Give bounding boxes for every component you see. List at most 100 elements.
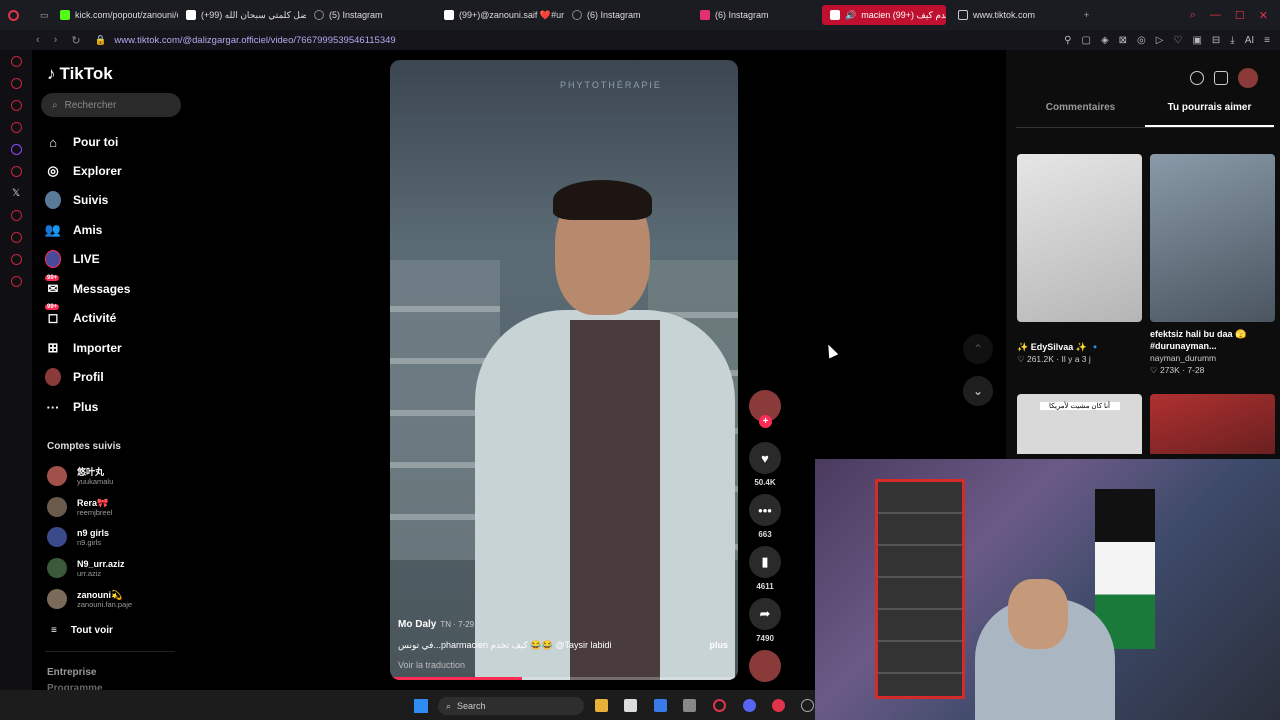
nav-live[interactable]: LIVE <box>45 250 100 268</box>
nav-plus[interactable]: ··· Plus <box>45 399 99 415</box>
minimize-icon[interactable]: — <box>1210 9 1221 21</box>
tab-1[interactable]: kick.com/popout/zanouni/c <box>52 0 178 30</box>
tab-2[interactable]: (+99) فضل كلمتي سبحان الله <box>178 0 306 30</box>
tab-6[interactable]: (6) Instagram <box>692 0 818 30</box>
app-icon[interactable] <box>772 699 785 712</box>
nav-activite[interactable]: ◻ 99+ Activité <box>45 304 116 326</box>
twitch-icon[interactable] <box>10 144 22 155</box>
youtube-icon[interactable] <box>10 122 22 133</box>
more-button[interactable]: plus <box>709 640 728 651</box>
music-disc-button[interactable] <box>748 650 782 682</box>
aria-ai-icon[interactable]: AI <box>1245 35 1254 46</box>
snapshot-icon[interactable]: ▢ <box>1081 35 1090 46</box>
shield-icon[interactable]: ◈ <box>1101 35 1109 46</box>
x-twitter-icon[interactable]: 𝕏 <box>12 188 20 199</box>
phone-icon[interactable] <box>1214 71 1228 85</box>
maximize-icon[interactable]: ☐ <box>1235 9 1245 22</box>
save-button[interactable]: ▮ 4611 <box>748 546 782 591</box>
avatar[interactable] <box>1238 68 1258 88</box>
forward-icon[interactable]: › <box>54 34 58 47</box>
recommended-thumbnail[interactable]: أنا كان مشيت لأمريكا <box>1017 394 1142 454</box>
tab-7-active[interactable]: 🔊macien تخدم كيف (+99) <box>822 5 946 25</box>
see-all-button[interactable]: ≡ Tout voir <box>51 625 113 636</box>
loading-icon <box>572 10 582 20</box>
nav-explorer[interactable]: ◎ Explorer <box>45 163 121 179</box>
copilot-icon[interactable] <box>654 699 667 712</box>
play-icon[interactable]: ▷ <box>1156 35 1164 46</box>
download-icon[interactable]: ⤓ <box>1230 35 1234 46</box>
heart-icon[interactable]: ♡ <box>1173 35 1182 46</box>
video-progress-bar[interactable] <box>390 677 738 680</box>
like-button[interactable]: ♥ 50.4K <box>748 442 782 487</box>
tab-5[interactable]: (6) Instagram <box>564 0 692 30</box>
camera-icon[interactable]: ◎ <box>1137 35 1146 46</box>
messages-icon: ✉ 99+ <box>45 275 60 296</box>
tiktok-logo[interactable]: ♪ TikTok <box>47 64 113 84</box>
opera-icon[interactable] <box>713 699 726 712</box>
comment-button[interactable]: ••• 663 <box>748 494 782 539</box>
tab-8[interactable]: www.tiktok.com <box>950 0 1076 30</box>
reload-icon[interactable]: ↻ <box>71 34 80 47</box>
messenger-icon[interactable] <box>10 100 22 111</box>
follow-plus-icon[interactable]: + <box>759 415 772 428</box>
bag-icon[interactable]: ⊟ <box>1212 35 1220 46</box>
pin-icon[interactable]: ⚲ <box>1064 35 1071 46</box>
recommended-thumbnail[interactable] <box>1150 154 1275 322</box>
nav-suivis[interactable]: Suivis <box>45 191 108 209</box>
translate-link[interactable]: Voir la traduction <box>398 660 728 670</box>
account-item[interactable]: Rera🎀 reemjbreel <box>47 497 112 517</box>
sidebar-percent-icon[interactable] <box>10 166 22 177</box>
account-item[interactable]: 悠叶丸 yuukamalu <box>47 466 113 486</box>
taskbar-search[interactable]: ⌕ Search <box>438 697 584 715</box>
tab-3[interactable]: (5) Instagram <box>306 0 436 30</box>
previous-video-button[interactable]: ⌃ <box>963 334 993 364</box>
url-field[interactable]: www.tiktok.com/@dalizgargar.officiel/vid… <box>114 35 395 46</box>
player-icon[interactable] <box>10 210 22 221</box>
footer-entreprise-link[interactable]: Entreprise <box>47 667 96 678</box>
account-item[interactable]: zanouni💫 zanouni.fan.paje <box>47 589 132 609</box>
search-tabs-icon[interactable]: ⌕ <box>1190 9 1196 22</box>
tab-comments[interactable]: Commentaires <box>1016 102 1145 127</box>
author-avatar-button[interactable]: + <box>748 390 782 428</box>
nav-profil[interactable]: Profil <box>45 368 104 386</box>
chat-icon[interactable] <box>10 254 22 265</box>
tab-4[interactable]: (99+)@zanouni.saif ❤️#ur <box>436 0 564 30</box>
calculator-icon[interactable] <box>683 699 696 712</box>
search-input[interactable]: ⌕ Rechercher <box>41 93 181 117</box>
close-icon[interactable]: ✕ <box>1259 9 1268 22</box>
avatar <box>47 466 67 486</box>
discord-icon[interactable] <box>743 699 756 712</box>
video-author[interactable]: Mo Daly <box>398 619 436 630</box>
nav-messages[interactable]: ✉ 99+ Messages <box>45 275 130 297</box>
opera-bag-icon[interactable] <box>10 78 22 89</box>
windows-start-icon[interactable] <box>414 699 428 713</box>
wallet-icon[interactable]: ▣ <box>1192 35 1201 46</box>
nav-amis[interactable]: 👥 Amis <box>45 222 102 238</box>
opera-home-icon[interactable] <box>10 56 22 67</box>
history-icon[interactable] <box>10 232 22 243</box>
account-item[interactable]: n9 girls n9.girls <box>47 527 109 547</box>
back-icon[interactable]: ‹ <box>36 34 40 47</box>
browser-tab-bar: ▭ kick.com/popout/zanouni/c (+99) فضل كل… <box>0 0 1280 30</box>
menu-icon[interactable]: ≡ <box>1264 35 1270 46</box>
recommended-thumbnail[interactable] <box>1017 154 1142 322</box>
account-item[interactable]: N9_urr.aziz urr.aziz <box>47 558 125 578</box>
file-explorer-icon[interactable] <box>595 699 608 712</box>
recommended-thumbnail[interactable] <box>1150 394 1275 454</box>
tab-overview-icon[interactable]: ▭ <box>32 0 52 30</box>
nav-pour-toi[interactable]: ⌂ Pour toi <box>45 134 118 150</box>
next-video-button[interactable]: ⌄ <box>963 376 993 406</box>
extension-icon[interactable]: ⊠ <box>1119 35 1127 46</box>
video-player[interactable]: PHYTOTHÉRAPIE Mo Daly TN · 7-29 في تونس..… <box>390 60 738 680</box>
avatar <box>47 497 67 517</box>
address-bar: ‹ › ↻ 🔒 www.tiktok.com/@dalizgargar.offi… <box>0 30 1280 50</box>
new-tab-button[interactable]: + <box>1076 0 1096 30</box>
tab-recommended[interactable]: Tu pourrais aimer <box>1145 102 1274 127</box>
steam-icon[interactable] <box>801 699 814 712</box>
compass-icon[interactable] <box>1190 71 1204 85</box>
store-icon[interactable] <box>624 699 637 712</box>
nav-importer[interactable]: ⊞ Importer <box>45 340 122 356</box>
settings-icon[interactable] <box>10 276 22 287</box>
opera-logo-icon[interactable] <box>0 0 32 30</box>
share-button[interactable]: ➦ 7490 <box>748 598 782 643</box>
